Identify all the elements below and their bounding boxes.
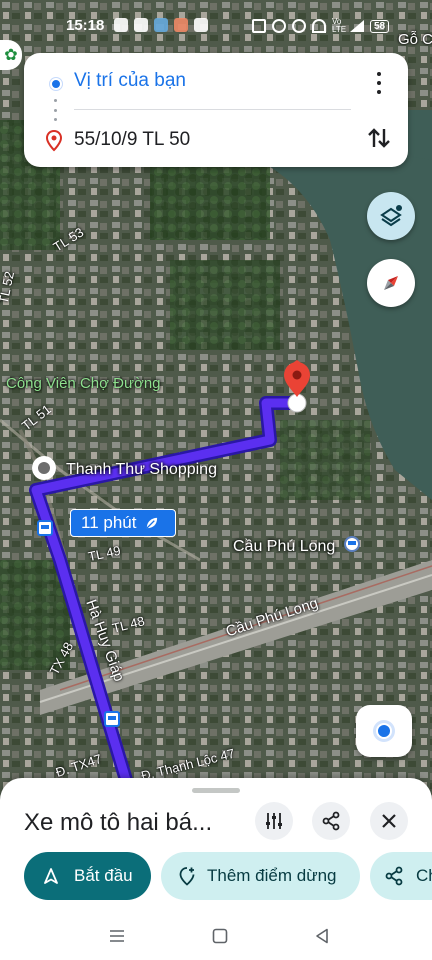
add-stop-label: Thêm điểm dừng <box>207 866 337 885</box>
map-label-shop[interactable]: Thanh Thư Shopping <box>66 461 217 479</box>
bus-stop-icon[interactable] <box>37 520 53 536</box>
add-stop-button[interactable]: Thêm điểm dừng <box>161 852 360 900</box>
add-location-icon <box>179 867 195 886</box>
origin-dot-icon <box>50 78 62 90</box>
travel-mode-title: Xe mô tô hai bá... <box>24 809 213 836</box>
nfc-icon <box>252 19 266 33</box>
system-navigation-bar <box>0 918 432 960</box>
sheet-drag-handle[interactable] <box>192 788 240 793</box>
map-label-bridge-poi[interactable]: Cầu Phú Long <box>233 538 335 556</box>
start-label: Bắt đầu <box>74 866 133 885</box>
layers-button[interactable] <box>367 192 415 240</box>
layers-icon <box>380 205 402 227</box>
route-duration: 11 phút <box>81 513 137 532</box>
tune-icon <box>266 813 282 829</box>
recents-menu-icon[interactable] <box>107 926 127 946</box>
bridge-poi-icon[interactable] <box>344 536 360 552</box>
share-chip-label: Ch <box>416 866 432 885</box>
alarm-icon <box>272 19 286 33</box>
home-icon[interactable] <box>210 926 230 946</box>
destination-field[interactable]: 55/10/9 TL 50 <box>74 129 190 151</box>
more-vert-icon[interactable] <box>367 69 391 97</box>
start-navigation-button[interactable]: Bắt đầu <box>24 852 151 900</box>
notification-icons <box>114 18 208 32</box>
close-directions-button[interactable] <box>370 802 408 840</box>
my-location-icon <box>376 723 392 739</box>
close-icon <box>382 814 396 828</box>
compass-icon <box>384 276 398 290</box>
directions-bottom-sheet: Xe mô tô hai bá... Bắt đầu Thêm điểm dừn… <box>0 778 432 918</box>
share-icon <box>385 866 403 886</box>
wifi-icon <box>312 19 326 33</box>
checkbox-app-icon <box>154 18 168 32</box>
facebook-icon <box>194 18 208 32</box>
status-time: 15:18 <box>66 17 105 34</box>
share-route-button[interactable] <box>312 802 350 840</box>
back-icon[interactable] <box>312 926 332 946</box>
my-location-button[interactable] <box>356 705 412 757</box>
status-bar: 15:18 Vo LTE 58 <box>0 0 432 52</box>
route-duration-badge[interactable]: 11 phút <box>70 509 176 537</box>
map-label-park[interactable]: Công Viên Chợ Đường <box>6 375 161 392</box>
network-type: Vo LTE <box>332 17 347 34</box>
compass-button[interactable] <box>367 259 415 307</box>
share-icon <box>322 811 340 831</box>
share-chip-button[interactable]: Ch <box>370 852 432 900</box>
battery-icon: 58 <box>370 19 390 33</box>
signal-icon <box>350 20 364 32</box>
eco-leaf-icon <box>146 517 158 529</box>
swap-vert-icon[interactable] <box>364 123 394 153</box>
directions-card: Vị trí của bạn 55/10/9 TL 50 <box>24 53 408 167</box>
heart-app-icon <box>174 18 188 32</box>
field-divider <box>74 109 351 110</box>
route-connector <box>54 99 57 121</box>
messenger-icon <box>114 18 128 32</box>
bus-stop-icon[interactable] <box>104 711 120 727</box>
destination-pin-icon <box>46 130 62 152</box>
navigation-icon <box>44 868 58 884</box>
shopping-icon <box>134 18 148 32</box>
origin-field[interactable]: Vị trí của bạn <box>74 70 186 92</box>
route-options-button[interactable] <box>255 802 293 840</box>
location-icon <box>292 19 306 33</box>
system-icons: Vo LTE 58 <box>252 17 390 34</box>
